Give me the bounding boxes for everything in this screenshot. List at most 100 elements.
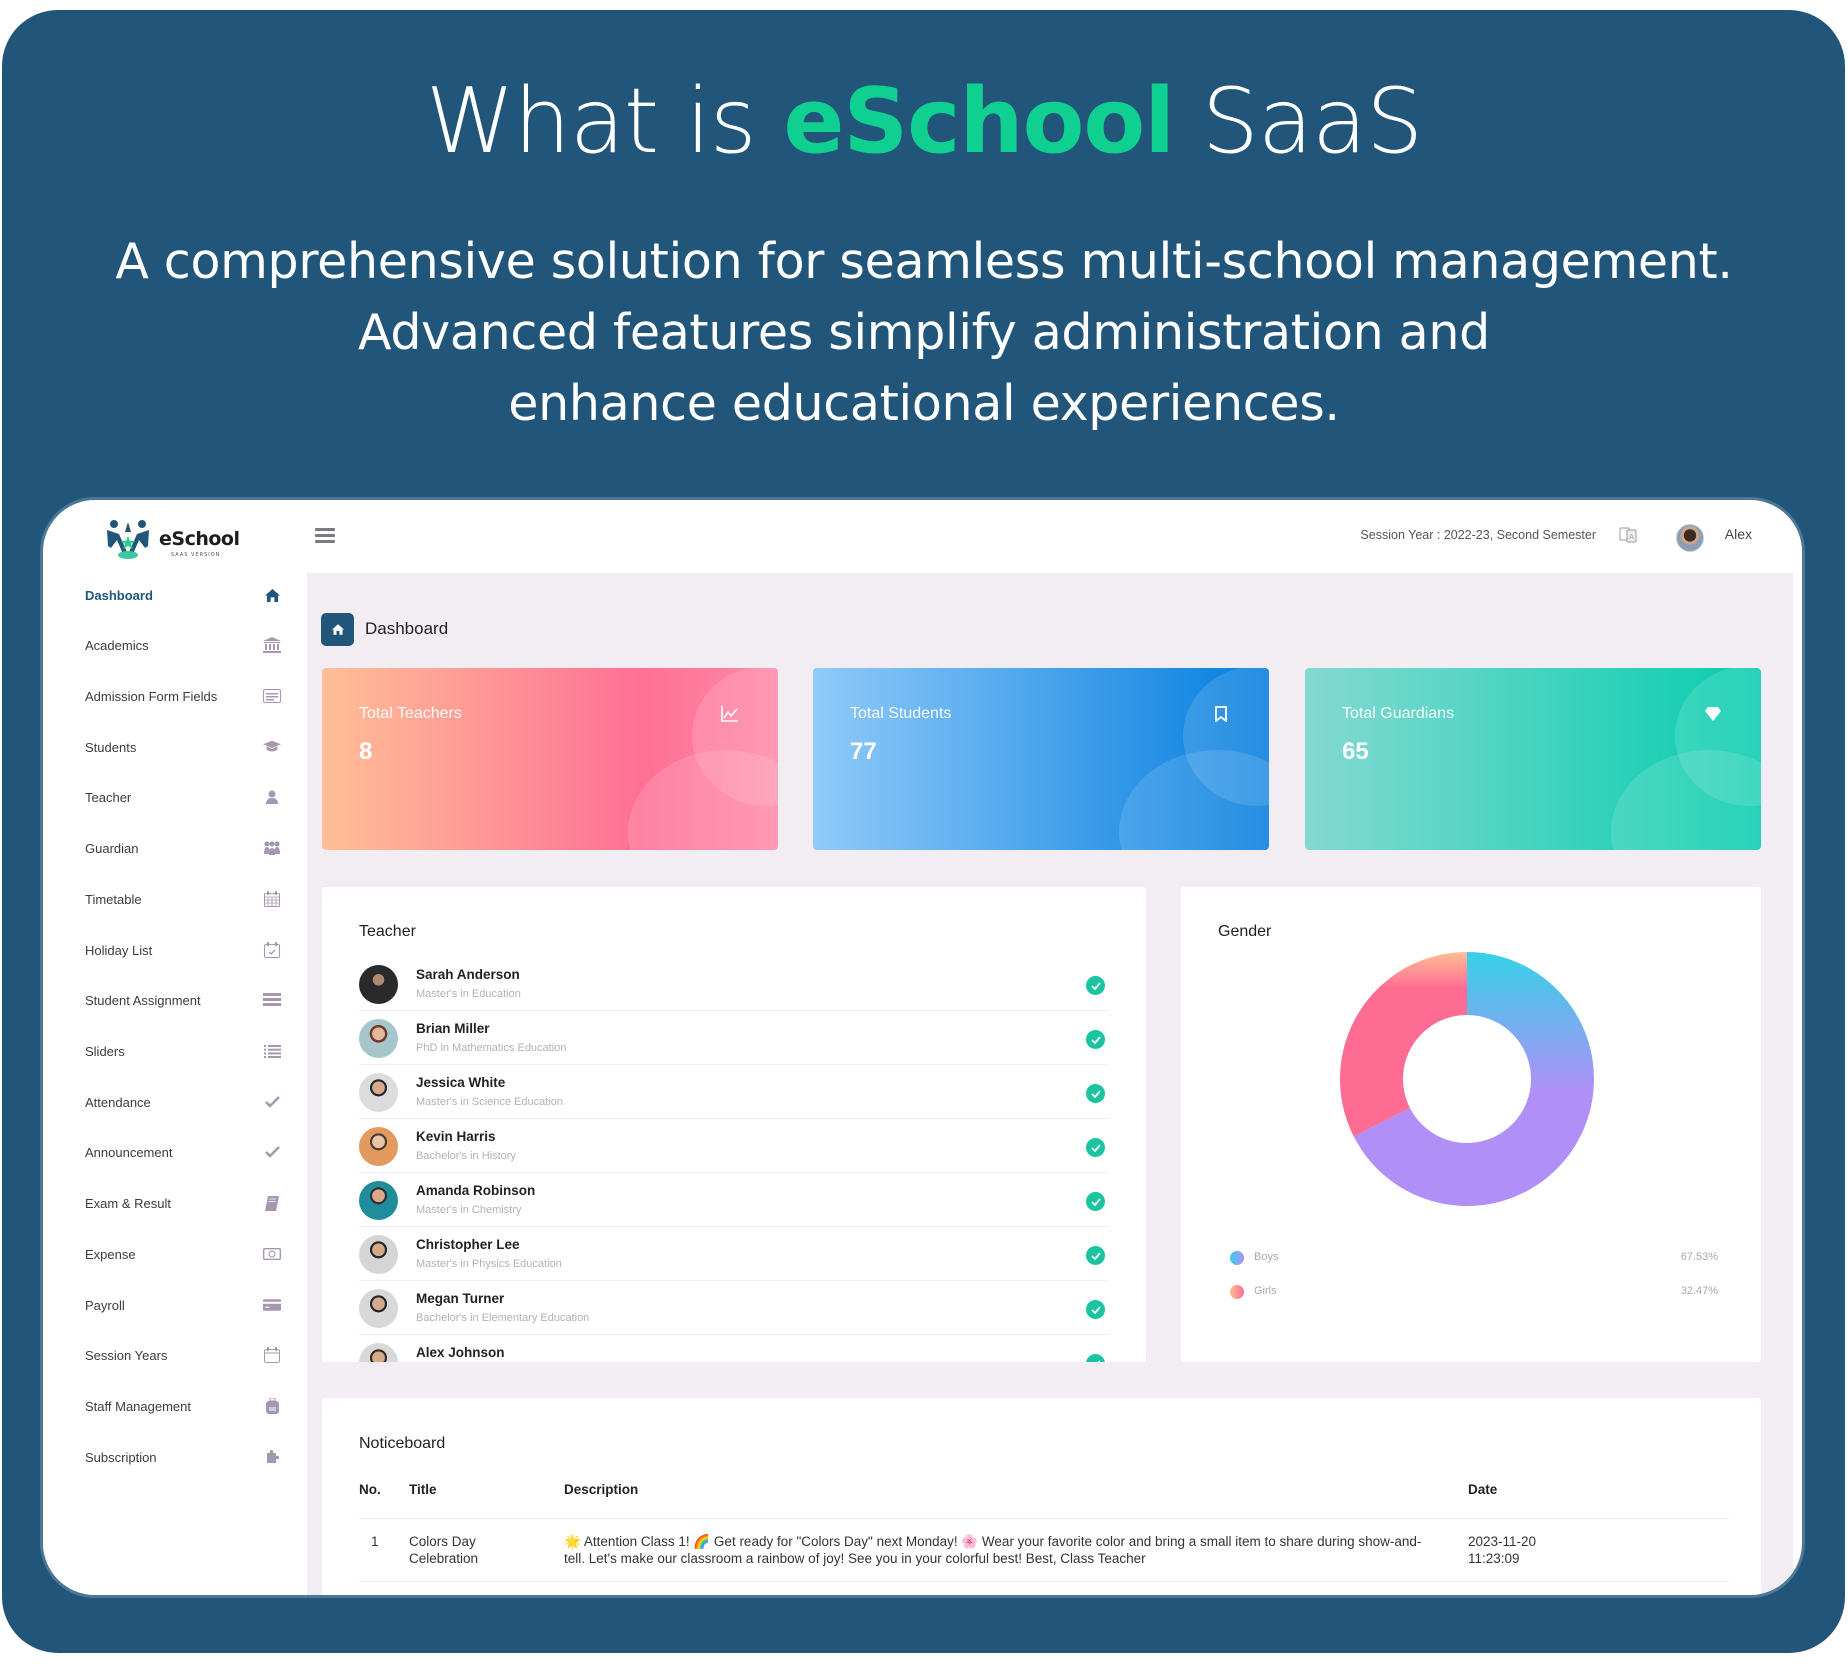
- legend-item-boys[interactable]: Boys 67.53%: [1230, 1249, 1718, 1283]
- sidebar-item-teacher[interactable]: Teacher: [85, 782, 281, 812]
- logo[interactable]: eSchool SAAS VERSION: [105, 518, 240, 560]
- teacher-row[interactable]: Christopher Lee Master's in Physics Educa…: [359, 1227, 1109, 1281]
- teacher-avatar: [359, 1235, 398, 1274]
- teacher-avatar: [359, 1019, 398, 1058]
- hero-subtitle-line: A comprehensive solution for seamless mu…: [115, 233, 1733, 290]
- teacher-name: Jessica White: [416, 1075, 506, 1090]
- teacher-row[interactable]: Sarah Anderson Master's in Education: [359, 957, 1109, 1011]
- stat-card-total-guardians[interactable]: Total Guardians 65: [1305, 668, 1761, 850]
- column-header-no[interactable]: No.: [359, 1476, 409, 1519]
- sidebar-item-student-assignment[interactable]: Student Assignment: [85, 985, 281, 1015]
- sidebar-item-label: Academics: [85, 637, 149, 653]
- teacher-degree: PhD in Mathematics Education: [416, 1042, 567, 1054]
- stat-card-total-students[interactable]: Total Students 77: [813, 668, 1269, 850]
- sidebar-item-label: Announcement: [85, 1144, 173, 1160]
- sidebar-item-session-years[interactable]: Session Years: [85, 1340, 281, 1370]
- puzzle-icon: [263, 1448, 281, 1466]
- hero-title-suffix: SaaS: [1174, 69, 1424, 174]
- table-row[interactable]: 1 Colors Day Celebration 🌟 Attention Cla…: [359, 1518, 1729, 1582]
- sidebar-item-payroll[interactable]: Payroll: [85, 1290, 281, 1320]
- legend-value: 67.53%: [1680, 1251, 1718, 1263]
- sidebar-item-label: Expense: [85, 1246, 136, 1262]
- graduation-cap-icon: [263, 738, 281, 756]
- teacher-row[interactable]: Amanda Robinson Master's in Chemistry: [359, 1173, 1109, 1227]
- translate-icon[interactable]: A: [1619, 526, 1637, 544]
- teacher-degree: Master's in Physics Education: [416, 1258, 562, 1270]
- teacher-row[interactable]: Jessica White Master's in Science Educati…: [359, 1065, 1109, 1119]
- hero-title-accent: eSchool: [783, 69, 1175, 174]
- logo-tagline: SAAS VERSION: [171, 552, 221, 558]
- sidebar-item-label: Staff Management: [85, 1398, 191, 1414]
- hero-subtitle-line: enhance educational experiences.: [508, 375, 1340, 432]
- menu-toggle-button[interactable]: [315, 528, 335, 544]
- session-year-label[interactable]: Session Year : 2022-23, Second Semester: [1360, 528, 1596, 542]
- user-avatar[interactable]: [1676, 524, 1704, 552]
- sidebar-item-attendance[interactable]: Attendance: [85, 1087, 281, 1117]
- check-circle-icon: [1086, 976, 1105, 995]
- breadcrumb-home-icon: [321, 613, 354, 646]
- sidebar-item-sliders[interactable]: Sliders: [85, 1036, 281, 1066]
- teacher-avatar: [359, 1343, 398, 1362]
- teacher-degree: Bachelor's in History: [416, 1150, 516, 1162]
- top-bar: Session Year : 2022-23, Second Semester …: [307, 500, 1802, 573]
- notice-no: 1: [359, 1518, 409, 1582]
- teacher-degree: Master's in Science Education: [416, 1096, 564, 1108]
- sidebar-item-label: Subscription: [85, 1449, 157, 1465]
- sidebar-item-staff-management[interactable]: Staff Management: [85, 1391, 281, 1421]
- teacher-avatar: [359, 965, 398, 1004]
- sidebar-item-label: Teacher: [85, 789, 132, 805]
- column-header-description[interactable]: Description: [564, 1476, 1440, 1519]
- list-icon: [263, 1042, 281, 1060]
- sidebar-item-label: Timetable: [85, 891, 142, 907]
- chart-legend: Boys 67.53% Girls 32.47%: [1230, 1249, 1718, 1317]
- user-icon: [263, 788, 281, 806]
- legend-item-girls[interactable]: Girls 32.47%: [1230, 1283, 1718, 1317]
- teacher-name: Megan Turner: [416, 1291, 505, 1306]
- legend-swatch: [1230, 1285, 1244, 1299]
- sidebar-item-guardian[interactable]: Guardian: [85, 833, 281, 863]
- teacher-row[interactable]: Alex Johnson: [359, 1335, 1109, 1362]
- teacher-avatar: [359, 1181, 398, 1220]
- sidebar-item-holiday-list[interactable]: Holiday List: [85, 935, 281, 965]
- notice-title: Colors Day Celebration: [409, 1518, 564, 1582]
- sidebar-item-expense[interactable]: Expense: [85, 1239, 281, 1269]
- hero-title-prefix: What is: [425, 69, 784, 174]
- noticeboard-table: No. Title Description Date 1 Colors Day …: [359, 1476, 1729, 1582]
- legend-swatch: [1230, 1251, 1244, 1265]
- logo-name: eSchool: [159, 528, 240, 550]
- teacher-row[interactable]: Kevin Harris Bachelor's in History: [359, 1119, 1109, 1173]
- teacher-row[interactable]: Megan Turner Bachelor's in Elementary Edu…: [359, 1281, 1109, 1335]
- gender-donut-chart: [1340, 952, 1594, 1206]
- sidebar-item-exam-result[interactable]: Exam & Result: [85, 1188, 281, 1218]
- notice-description: 🌟 Attention Class 1! 🌈 Get ready for "Co…: [564, 1518, 1440, 1582]
- money-icon: [263, 1245, 281, 1263]
- stat-label: Total Teachers: [359, 705, 462, 722]
- teacher-degree: Master's in Chemistry: [416, 1204, 522, 1216]
- sidebar-item-timetable[interactable]: Timetable: [85, 884, 281, 914]
- users-icon: [263, 839, 281, 857]
- stat-value: 65: [1342, 738, 1369, 765]
- teacher-degree: Bachelor's in Elementary Education: [416, 1312, 590, 1324]
- stat-card-total-teachers[interactable]: Total Teachers 8: [322, 668, 778, 850]
- teacher-name: Kevin Harris: [416, 1129, 496, 1144]
- sidebar-item-announcement[interactable]: Announcement: [85, 1137, 281, 1167]
- sidebar-item-subscription[interactable]: Subscription: [85, 1442, 281, 1472]
- line-chart-icon: [720, 704, 740, 724]
- check-icon: [263, 1143, 281, 1161]
- sidebar-item-dashboard[interactable]: Dashboard: [85, 580, 281, 610]
- hero-subtitle-line: Advanced features simplify administratio…: [358, 304, 1490, 361]
- column-header-date[interactable]: Date: [1440, 1476, 1729, 1519]
- teacher-row[interactable]: Brian Miller PhD in Mathematics Education: [359, 1011, 1109, 1065]
- sidebar-item-admission-form-fields[interactable]: Admission Form Fields: [85, 681, 281, 711]
- main-content: Dashboard Total Teachers 8 Total Student…: [307, 573, 1793, 1595]
- user-name[interactable]: Alex: [1725, 526, 1752, 542]
- sidebar-item-students[interactable]: Students: [85, 732, 281, 762]
- calendar-icon: [263, 1346, 281, 1364]
- assignment-list-icon: [263, 991, 281, 1009]
- column-header-title[interactable]: Title: [409, 1476, 564, 1519]
- sidebar-item-academics[interactable]: Academics: [85, 630, 281, 660]
- legend-label: Boys: [1254, 1251, 1279, 1263]
- form-icon: [263, 687, 281, 705]
- donut-slice-girls[interactable]: [1340, 952, 1467, 1137]
- sidebar-item-label: Guardian: [85, 840, 139, 856]
